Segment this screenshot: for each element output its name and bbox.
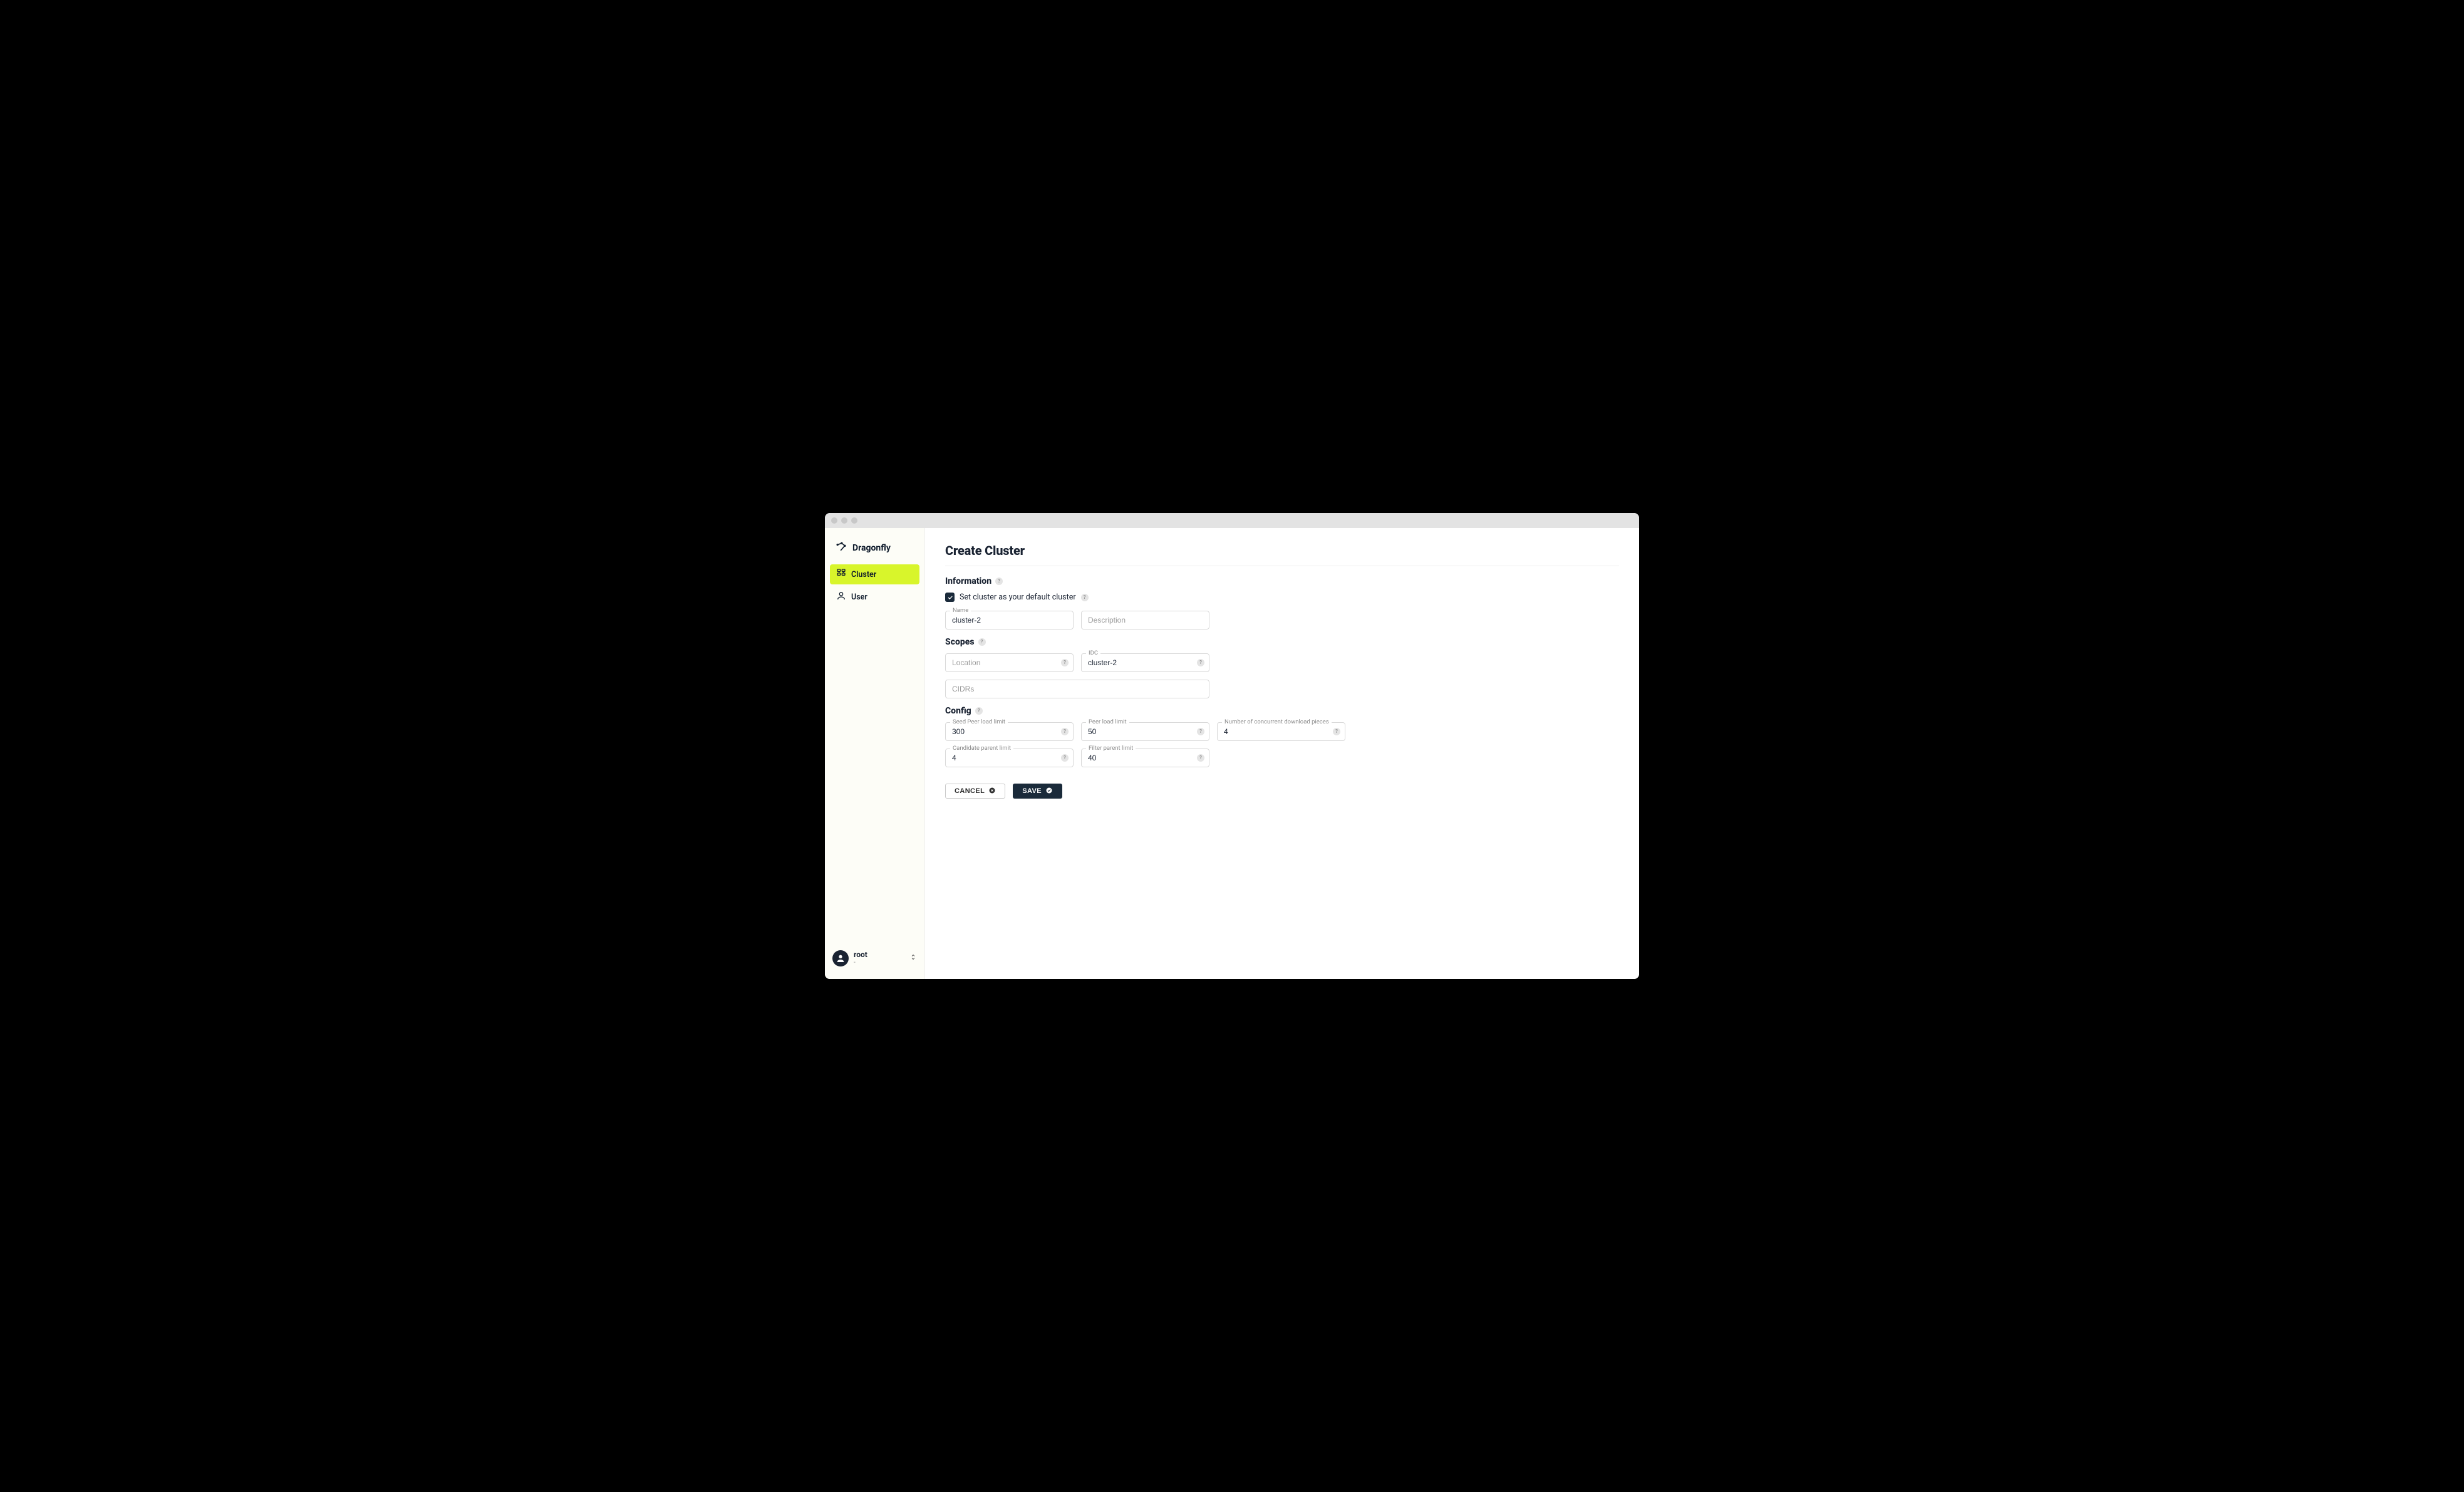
help-icon[interactable] (1333, 728, 1340, 735)
traffic-light-min[interactable] (841, 517, 847, 524)
default-cluster-row: Set cluster as your default cluster (945, 593, 1619, 602)
help-icon[interactable] (1197, 754, 1204, 762)
help-icon[interactable] (1081, 594, 1089, 601)
avatar (832, 950, 849, 966)
sidebar: Dragonfly Cluster User (825, 528, 925, 979)
name-field: Name (945, 611, 1074, 629)
help-icon[interactable] (978, 638, 986, 646)
sidebar-item-user[interactable]: User (830, 587, 919, 607)
candidate-parent-limit-field: Candidate parent limit (945, 749, 1074, 767)
window-titlebar (825, 513, 1639, 528)
peer-load-limit-field: Peer load limit (1081, 722, 1209, 741)
check-circle-icon (1045, 787, 1053, 796)
cancel-button[interactable]: CANCEL (945, 784, 1005, 799)
sidebar-nav: Cluster User (830, 564, 919, 607)
brand-name: Dragonfly (852, 543, 891, 553)
help-icon[interactable] (1061, 659, 1069, 666)
section-title-scopes: Scopes (945, 637, 1619, 647)
user-name: root (854, 951, 904, 959)
location-field (945, 653, 1074, 672)
save-button[interactable]: SAVE (1013, 784, 1062, 799)
close-circle-icon (988, 787, 996, 796)
help-icon[interactable] (1061, 754, 1069, 762)
brand: Dragonfly (830, 537, 919, 564)
help-icon[interactable] (1197, 659, 1204, 666)
filter-parent-limit-field: Filter parent limit (1081, 749, 1209, 767)
section-title-information: Information (945, 576, 1619, 586)
default-cluster-checkbox[interactable] (945, 593, 955, 602)
user-icon (836, 591, 846, 603)
app-window: Dragonfly Cluster User (825, 513, 1639, 979)
page-title: Create Cluster (945, 543, 1619, 566)
cidrs-input[interactable] (945, 680, 1209, 698)
traffic-light-close[interactable] (831, 517, 837, 524)
description-field (1081, 611, 1209, 629)
cidrs-field (945, 680, 1209, 698)
description-input[interactable] (1081, 611, 1209, 629)
seed-peer-load-limit-field: Seed Peer load limit (945, 722, 1074, 741)
user-chip[interactable]: root - (830, 946, 919, 970)
idc-field: IDC (1081, 653, 1209, 672)
sidebar-item-label: User (851, 593, 867, 602)
sidebar-item-cluster[interactable]: Cluster (830, 564, 919, 584)
form-buttons: CANCEL SAVE (945, 784, 1619, 799)
help-icon[interactable] (995, 578, 1003, 585)
default-cluster-label: Set cluster as your default cluster (960, 593, 1076, 602)
chevron-updown-icon (909, 953, 917, 963)
user-sub: - (854, 959, 904, 966)
main-content: Create Cluster Information Set cluster a… (925, 528, 1639, 979)
dragonfly-logo-icon (835, 541, 847, 556)
cluster-icon (836, 568, 846, 581)
sidebar-item-label: Cluster (851, 570, 876, 579)
concurrent-pieces-field: Number of concurrent download pieces (1217, 722, 1345, 741)
help-icon[interactable] (1197, 728, 1204, 735)
help-icon[interactable] (975, 707, 983, 715)
traffic-light-max[interactable] (851, 517, 857, 524)
help-icon[interactable] (1061, 728, 1069, 735)
section-title-config: Config (945, 706, 1619, 716)
location-input[interactable] (945, 653, 1074, 672)
